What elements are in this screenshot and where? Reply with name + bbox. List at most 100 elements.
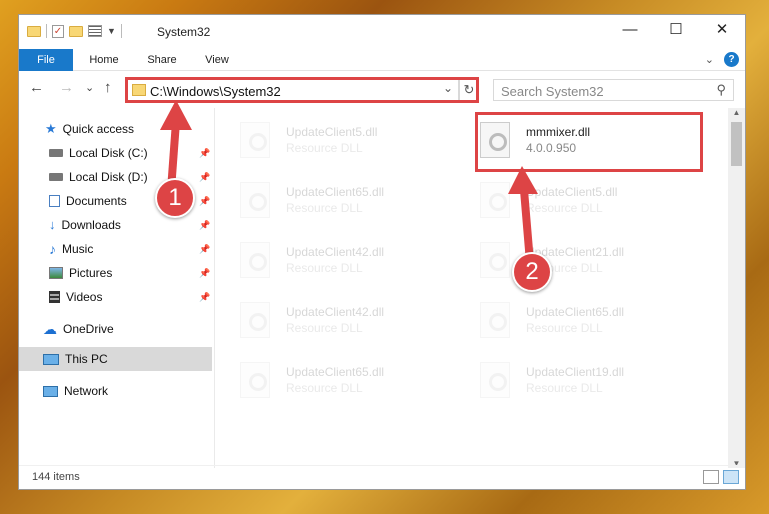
file-name: UpdateClient65.dll: [286, 365, 385, 379]
sidebar-item-network[interactable]: Network: [43, 380, 108, 402]
file-name: UpdateClient19.dll: [526, 365, 625, 379]
expand-ribbon-icon[interactable]: ⌄: [705, 53, 714, 66]
file-item[interactable]: UpdateClient19.dll Resource DLL: [480, 356, 680, 406]
close-button[interactable]: ✕: [699, 15, 745, 45]
file-description: Resource DLL: [286, 141, 363, 155]
documents-icon: [49, 195, 60, 207]
download-icon: ↓: [49, 217, 56, 232]
file-item[interactable]: UpdateClient5.dll Resource DLL: [480, 176, 680, 226]
dll-file-icon: [240, 242, 270, 278]
customize-list-icon[interactable]: [88, 25, 102, 37]
videos-icon: [49, 291, 60, 303]
sidebar-item-label: Downloads: [61, 218, 121, 232]
sidebar-item-label: Documents: [66, 194, 127, 208]
sidebar-item-local-disk-d[interactable]: Local Disk (D:): [49, 166, 148, 188]
sidebar-item-label: Music: [62, 242, 94, 256]
tab-file[interactable]: File: [19, 49, 73, 71]
title-bar: ✓ ▼ System32 — ☐ ✕: [19, 15, 745, 49]
pin-icon: 📌: [199, 196, 211, 206]
file-name: UpdateClient65.dll: [286, 185, 385, 199]
toolbar-separator: [120, 24, 122, 38]
up-button[interactable]: ↑: [104, 79, 112, 96]
drive-icon: [49, 173, 63, 181]
file-description: Resource DLL: [526, 381, 603, 395]
recent-locations-button[interactable]: ⌄: [85, 81, 94, 94]
window-controls: — ☐ ✕: [607, 15, 745, 45]
callout-badge-1: 1: [155, 178, 195, 218]
scroll-up-icon[interactable]: ▲: [728, 108, 745, 117]
ribbon-tabs: File Home Share View ⌄ ?: [19, 49, 745, 71]
window-title: System32: [157, 25, 211, 39]
file-description: Resource DLL: [526, 321, 603, 335]
sidebar-item-quick-access[interactable]: ★ Quick access: [45, 118, 134, 140]
sidebar-item-label: This PC: [65, 352, 108, 366]
status-bar: 144 items: [19, 465, 745, 489]
file-description: Resource DLL: [526, 201, 603, 215]
search-input[interactable]: Search System32 ⚲: [493, 79, 734, 101]
sidebar-item-label: Quick access: [62, 122, 135, 136]
pin-icon: 📌: [199, 148, 211, 158]
sidebar-item-documents[interactable]: Documents: [49, 190, 127, 212]
explorer-window: ✓ ▼ System32 — ☐ ✕ File Home Share View …: [18, 14, 746, 490]
sidebar-item-label: Network: [64, 384, 109, 398]
sidebar-item-local-disk-c[interactable]: Local Disk (C:): [49, 142, 148, 164]
pin-icon: 📌: [199, 220, 211, 230]
sidebar-item-videos[interactable]: Videos: [49, 286, 102, 308]
file-description: Resource DLL: [286, 201, 363, 215]
computer-icon: [43, 353, 59, 365]
back-button[interactable]: ←: [29, 79, 44, 96]
file-name: UpdateClient5.dll: [526, 185, 618, 199]
sidebar-item-downloads[interactable]: ↓ Downloads: [49, 214, 121, 236]
file-item[interactable]: UpdateClient65.dll Resource DLL: [240, 356, 440, 406]
file-item[interactable]: UpdateClient65.dll Resource DLL: [480, 296, 680, 346]
file-item[interactable]: UpdateClient42.dll Resource DLL: [240, 296, 440, 346]
toolbar-dropdown-icon[interactable]: ▼: [107, 26, 116, 36]
navigation-pane: ★ Quick access Local Disk (C:) Local Dis…: [19, 108, 215, 468]
item-count: 144 items: [32, 471, 80, 483]
file-item[interactable]: UpdateClient42.dll Resource DLL: [240, 236, 440, 286]
address-bar-highlight: [125, 77, 479, 103]
details-view-icon[interactable]: [703, 470, 719, 484]
sidebar-item-music[interactable]: ♪ Music: [49, 238, 93, 260]
dll-file-icon: [240, 362, 270, 398]
file-item[interactable]: UpdateClient65.dll Resource DLL: [240, 176, 440, 226]
tab-share[interactable]: Share: [137, 49, 187, 71]
quick-access-toolbar: ✓ ▼: [27, 24, 122, 38]
sidebar-item-pictures[interactable]: Pictures: [49, 262, 112, 284]
file-item[interactable]: UpdateClient5.dll Resource DLL: [240, 116, 440, 166]
file-name: UpdateClient42.dll: [286, 305, 385, 319]
file-name: UpdateClient5.dll: [286, 125, 378, 139]
folder-icon: [27, 25, 41, 37]
dll-file-icon: [480, 362, 510, 398]
pictures-icon: [49, 267, 63, 279]
navigation-bar: ← → ⌄ ↑ C:\Windows\System32 ⌄ ↻ Search S…: [19, 71, 745, 107]
maximize-button[interactable]: ☐: [653, 15, 699, 45]
file-description: Resource DLL: [286, 321, 363, 335]
minimize-button[interactable]: —: [607, 15, 653, 45]
file-description: Resource DLL: [286, 381, 363, 395]
dll-file-icon: [480, 182, 510, 218]
search-icon[interactable]: ⚲: [716, 82, 726, 98]
large-icons-view-icon[interactable]: [723, 470, 739, 484]
file-name: UpdateClient65.dll: [526, 305, 625, 319]
new-folder-icon[interactable]: [69, 25, 83, 37]
search-placeholder: Search System32: [501, 84, 604, 99]
forward-button[interactable]: →: [59, 79, 74, 96]
pin-icon: 📌: [199, 244, 211, 254]
view-toggle: [703, 470, 739, 484]
tab-view[interactable]: View: [195, 49, 239, 71]
help-icon[interactable]: ?: [724, 52, 739, 67]
sidebar-item-this-pc[interactable]: This PC: [43, 348, 108, 370]
dll-file-icon: [480, 242, 510, 278]
file-item[interactable]: UpdateClient21.dll Resource DLL: [480, 236, 680, 286]
vertical-scrollbar[interactable]: ▲ ▼: [728, 108, 745, 468]
dll-file-icon: [240, 122, 270, 158]
properties-check-icon[interactable]: ✓: [52, 24, 64, 38]
sidebar-item-onedrive[interactable]: ☁ OneDrive: [43, 318, 114, 340]
toolbar-separator: [46, 24, 47, 38]
tab-home[interactable]: Home: [81, 49, 127, 71]
dll-file-icon: [480, 302, 510, 338]
scroll-thumb[interactable]: [731, 122, 742, 166]
dll-file-icon: [240, 302, 270, 338]
callout-badge-2: 2: [512, 252, 552, 292]
